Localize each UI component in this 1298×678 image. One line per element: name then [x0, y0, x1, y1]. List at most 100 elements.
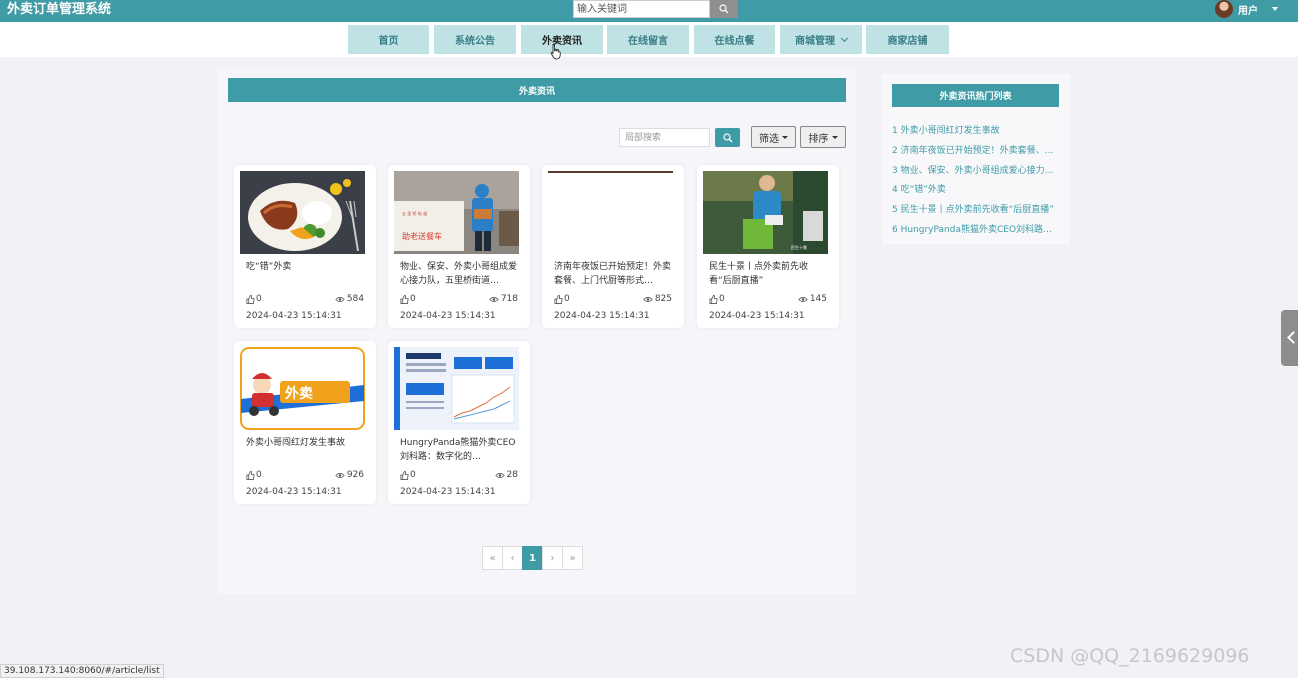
thumbs-up-icon [246, 294, 255, 304]
hot-list-item[interactable]: 3 物业、保安、外卖小哥组成爱心接力队，五里桥街道… [892, 163, 1060, 176]
chevron-left-icon [1287, 331, 1298, 344]
view-count: 28 [494, 470, 518, 480]
news-panel: 外卖资讯 筛选 排序 吃“ [218, 68, 856, 594]
nav-online-order[interactable]: 在线点餐 [694, 25, 775, 54]
like-count[interactable]: 0 [400, 470, 416, 480]
view-count: 718 [489, 294, 518, 304]
view-count: 584 [335, 294, 364, 304]
thumbs-up-icon [709, 294, 718, 304]
nav-news[interactable]: 外卖资讯 [521, 25, 603, 54]
article-title: HungryPanda熊猫外卖CEO刘科路：数字化的… [400, 438, 516, 462]
user-label: 用户 [1238, 5, 1258, 17]
view-count: 825 [643, 294, 672, 304]
panel-title: 外卖资讯 [228, 78, 846, 102]
article-image: 外卖 [240, 347, 365, 430]
article-image: 助老送餐车 五 里 桥 街 道 [394, 171, 519, 254]
thumbs-up-icon [400, 470, 409, 480]
article-date: 2024-04-23 15:14:31 [400, 487, 496, 497]
like-count[interactable]: 0 [709, 294, 725, 304]
side-drawer-toggle[interactable] [1281, 310, 1298, 366]
search-icon [719, 4, 729, 14]
hand-cursor-icon [550, 44, 561, 60]
hot-list-item[interactable]: 1 外卖小哥闯红灯发生事故 [892, 123, 1060, 136]
global-search-button[interactable] [710, 0, 738, 18]
svg-text:助老送餐车: 助老送餐车 [402, 231, 442, 241]
nav-label: 外卖资讯 [542, 36, 582, 47]
article-title: 民生十景丨点外卖前先收看“后厨直播” [709, 262, 809, 286]
nav-messages[interactable]: 在线留言 [607, 25, 689, 54]
filter-label: 筛选 [759, 133, 779, 145]
article-title: 吃“错”外卖 [246, 262, 292, 272]
article-card[interactable]: 民生十景 民生十景丨点外卖前先收看“后厨直播” 0 145 2024-04-23… [697, 165, 839, 328]
article-date: 2024-04-23 15:14:31 [246, 311, 342, 321]
article-date: 2024-04-23 15:14:31 [246, 487, 342, 497]
next-page-button[interactable]: › [542, 546, 563, 570]
page-1-button[interactable]: 1 [522, 546, 543, 570]
hot-list-item[interactable]: 6 HungryPanda熊猫外卖CEO刘科路：数字化的… [892, 222, 1060, 235]
chevron-down-icon [840, 34, 849, 42]
thumbs-up-icon [246, 470, 255, 480]
status-bar-url: 39.108.173.140:8060/#/article/list [0, 664, 164, 678]
nav-label: 系统公告 [455, 36, 495, 47]
first-page-button[interactable]: « [482, 546, 503, 570]
filter-button[interactable]: 筛选 [751, 126, 796, 148]
global-search-input[interactable] [573, 0, 710, 18]
eye-icon [494, 472, 505, 478]
view-count: 145 [798, 294, 827, 304]
article-image [240, 171, 365, 254]
article-date: 2024-04-23 15:14:31 [709, 311, 805, 321]
article-card[interactable]: 助老送餐车 五 里 桥 街 道 物业、保安、外卖小哥组成爱心接力队，五里桥街道…… [388, 165, 530, 328]
like-count[interactable]: 0 [246, 294, 262, 304]
hot-list-item[interactable]: 4 吃“错”外卖 [892, 182, 1060, 195]
eye-icon [335, 296, 345, 302]
like-count[interactable]: 0 [246, 470, 262, 480]
prev-page-button[interactable]: ‹ [502, 546, 523, 570]
user-menu[interactable]: 用户 [1215, 0, 1278, 18]
avatar [1215, 0, 1233, 18]
article-card[interactable]: HungryPanda熊猫外卖CEO刘科路：数字化的… 0 28 2024-04… [388, 341, 530, 504]
local-search-button[interactable] [715, 128, 740, 147]
article-card[interactable]: 吃“错”外卖 0 584 2024-04-23 15:14:31 [234, 165, 376, 328]
hot-list-item[interactable]: 5 民生十景丨点外卖前先收看“后厨直播” [892, 202, 1060, 215]
article-card[interactable]: 济南年夜饭已开始预定！外卖套餐、上门代厨等形式… 0 825 2024-04-2… [542, 165, 684, 328]
hot-list-item[interactable]: 2 济南年夜饭已开始预定！外卖套餐、上门代厨等形式… [892, 143, 1060, 156]
sort-button[interactable]: 排序 [800, 126, 846, 148]
search-icon [722, 132, 732, 142]
like-count[interactable]: 0 [554, 294, 570, 304]
article-date: 2024-04-23 15:14:31 [554, 311, 650, 321]
svg-text:外卖: 外卖 [285, 385, 313, 402]
pagination: « ‹ 1 › » [482, 546, 583, 570]
eye-icon [643, 296, 653, 302]
watermark: CSDN @QQ_2169629096 [1010, 645, 1250, 667]
article-title: 济南年夜饭已开始预定！外卖套餐、上门代厨等形式… [554, 262, 672, 286]
eye-icon [798, 296, 808, 302]
article-image [548, 171, 673, 254]
main-nav: 首页 系统公告 外卖资讯 在线留言 在线点餐 商城管理 商家店铺 [0, 22, 1298, 57]
nav-announcements[interactable]: 系统公告 [434, 25, 516, 54]
last-page-button[interactable]: » [562, 546, 583, 570]
svg-text:五 里 桥 街 道: 五 里 桥 街 道 [402, 210, 427, 216]
hot-list-panel: 外卖资讯热门列表 1 外卖小哥闯红灯发生事故 2 济南年夜饭已开始预定！外卖套餐… [882, 74, 1070, 244]
article-title: 外卖小哥闯红灯发生事故 [246, 438, 346, 448]
nav-label: 商城管理 [795, 36, 835, 47]
caret-down-icon [782, 135, 788, 139]
global-search [573, 0, 738, 18]
caret-down-icon [831, 135, 838, 139]
local-search-input[interactable] [619, 128, 710, 147]
view-count: 926 [335, 470, 364, 480]
article-image: 民生十景 [703, 171, 828, 254]
top-bar: 外卖订单管理系统 用户 [0, 0, 1298, 22]
article-title: 物业、保安、外卖小哥组成爱心接力队，五里桥街道… [400, 262, 518, 286]
eye-icon [335, 472, 345, 478]
sort-label: 排序 [808, 133, 829, 145]
nav-label: 在线留言 [628, 36, 668, 47]
caret-down-icon [1272, 7, 1278, 11]
like-count[interactable]: 0 [400, 294, 416, 304]
article-date: 2024-04-23 15:14:31 [400, 311, 496, 321]
article-image [394, 347, 519, 430]
nav-home[interactable]: 首页 [348, 25, 429, 54]
nav-mall-management[interactable]: 商城管理 [780, 25, 862, 54]
article-card[interactable]: 外卖 外卖小哥闯红灯发生事故 0 926 2024-04-23 15:14:31 [234, 341, 376, 504]
nav-merchant-shops[interactable]: 商家店铺 [866, 25, 949, 54]
nav-label: 首页 [378, 36, 399, 47]
